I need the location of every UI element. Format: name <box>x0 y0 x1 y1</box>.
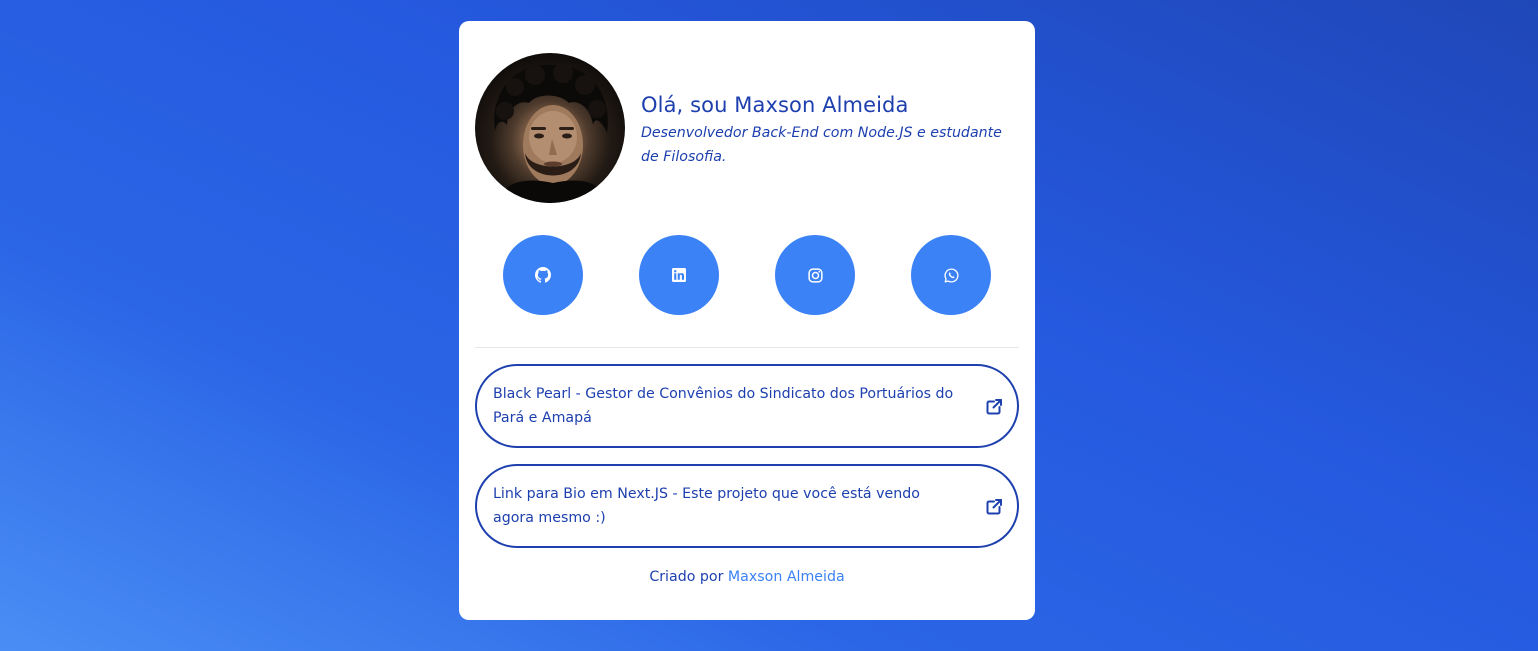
github-icon <box>535 267 551 283</box>
whatsapp-button[interactable] <box>911 235 991 315</box>
github-button[interactable] <box>503 235 583 315</box>
social-links <box>459 235 1035 315</box>
project-link-label: Link para Bio em Next.JS - Este projeto … <box>493 486 920 526</box>
profile-bio: Desenvolvedor Back-End com Node.JS e est… <box>641 125 1002 165</box>
avatar-photo <box>494 63 609 203</box>
project-link-black-pearl[interactable]: Black Pearl - Gestor de Convênios do Sin… <box>475 364 1019 448</box>
linkedin-button[interactable] <box>639 235 719 315</box>
project-link-bio-nextjs[interactable]: Link para Bio em Next.JS - Este projeto … <box>475 464 1019 548</box>
divider <box>475 347 1019 348</box>
instagram-button[interactable] <box>775 235 855 315</box>
profile-header: Olá, sou Maxson Almeida Desenvolvedor Ba… <box>641 91 1021 169</box>
external-link-icon <box>986 399 1002 415</box>
whatsapp-icon <box>943 267 959 283</box>
footer: Criado por Maxson Almeida <box>459 565 1035 589</box>
author-link[interactable]: Maxson Almeida <box>728 569 845 585</box>
profile-name: Olá, sou Maxson Almeida <box>641 93 909 117</box>
footer-prefix: Criado por <box>649 569 724 585</box>
instagram-icon <box>807 267 823 283</box>
project-link-label: Black Pearl - Gestor de Convênios do Sin… <box>493 386 954 426</box>
external-link-icon <box>986 499 1002 515</box>
linkedin-icon <box>672 268 686 282</box>
avatar <box>475 53 625 203</box>
profile-card: Olá, sou Maxson Almeida Desenvolvedor Ba… <box>459 21 1035 620</box>
